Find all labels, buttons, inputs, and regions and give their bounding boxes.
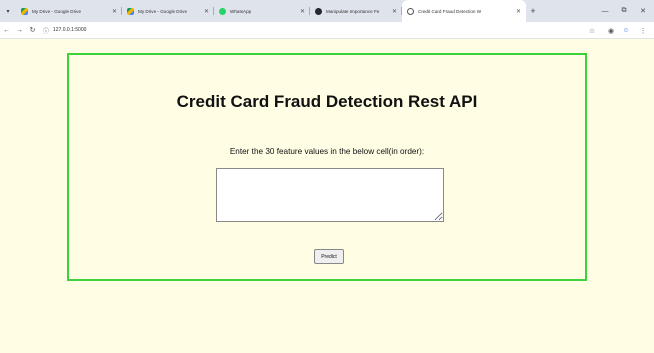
url-text[interactable]: 127.0.0.1:5000 (53, 27, 86, 33)
github-icon (315, 7, 322, 15)
tab-google-drive-2[interactable]: My Drive - Google Drive ✕ (122, 0, 214, 22)
tab-github[interactable]: Manipulate Importance Fe ✕ (310, 0, 402, 22)
restore-icon[interactable]: ⧉ (615, 0, 633, 22)
reload-icon[interactable]: ↻ (26, 22, 39, 39)
tab-credit-card-fraud[interactable]: Credit Card Fraud Detection W ✕ (402, 0, 526, 22)
form-panel: Credit Card Fraud Detection Rest API Ent… (67, 53, 587, 281)
google-drive-icon (21, 7, 28, 15)
predict-button[interactable]: Predict (314, 249, 344, 264)
tab-title: My Drive - Google Drive (32, 8, 82, 14)
minimize-icon[interactable]: — (596, 0, 614, 22)
globe-icon (407, 7, 414, 15)
feature-values-textarea[interactable] (216, 168, 444, 222)
tab-whatsapp[interactable]: WhatsApp ✕ (214, 0, 310, 22)
close-tab-icon[interactable]: ✕ (204, 8, 209, 15)
forward-icon[interactable]: → (13, 22, 26, 39)
tab-search-icon[interactable]: ▾ (0, 0, 16, 22)
tab-bar: ▾ My Drive - Google Drive ✕ My Drive - G… (0, 0, 654, 22)
close-tab-icon[interactable]: ✕ (392, 8, 397, 15)
page-title: Credit Card Fraud Detection Rest API (176, 92, 478, 111)
tab-google-drive-1[interactable]: My Drive - Google Drive ✕ (16, 0, 122, 22)
tab-title: WhatsApp (230, 8, 252, 14)
address-bar[interactable]: ⓘ 127.0.0.1:5000 (43, 22, 86, 39)
address-toolbar: ← → ↻ ⓘ 127.0.0.1:5000 (0, 22, 654, 39)
bookmark-star-icon[interactable]: ☆ (585, 22, 599, 39)
close-tab-icon[interactable]: ✕ (300, 8, 305, 15)
back-icon[interactable]: ← (0, 22, 13, 39)
tab-title: My Drive - Google Drive (138, 8, 188, 14)
close-window-icon[interactable]: ✕ (634, 0, 652, 22)
close-tab-icon[interactable]: ✕ (112, 8, 117, 15)
menu-kebab-icon[interactable]: ⋮ (636, 22, 650, 39)
feature-prompt: Enter the 30 feature values in the below… (229, 147, 425, 156)
profile-avatar-icon[interactable]: ☺ (619, 22, 633, 39)
close-tab-icon[interactable]: ✕ (516, 8, 521, 15)
google-drive-icon (127, 7, 134, 15)
tab-title: Credit Card Fraud Detection W (418, 8, 482, 14)
site-info-icon[interactable]: ⓘ (43, 26, 49, 35)
whatsapp-icon (219, 7, 226, 15)
new-tab-icon[interactable]: + (526, 0, 540, 22)
tab-title: Manipulate Importance Fe (326, 8, 380, 14)
extension-icon[interactable]: ◉ (604, 22, 618, 39)
